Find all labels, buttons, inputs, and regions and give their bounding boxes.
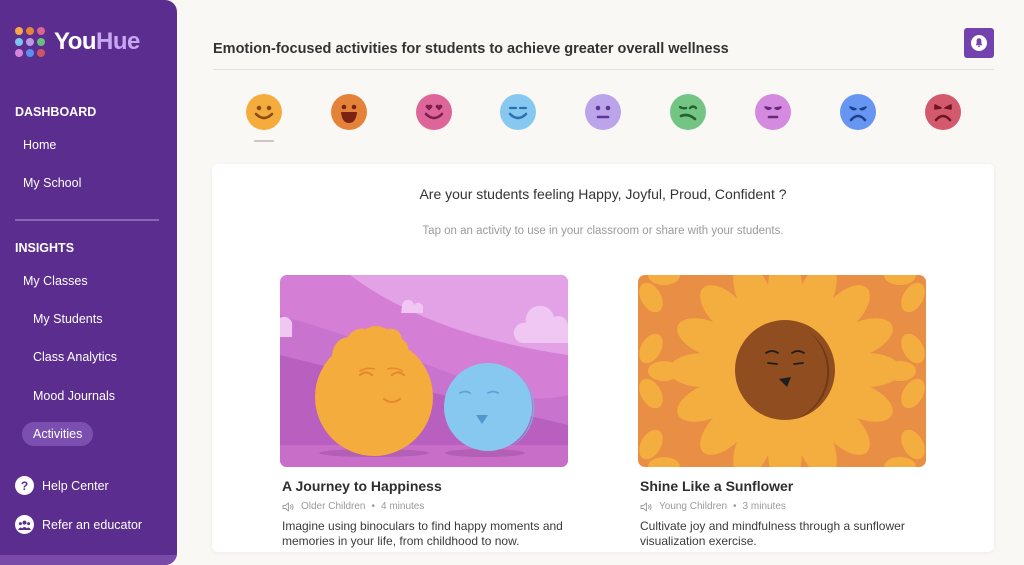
activity-audience: Young Children (659, 501, 728, 512)
brand-name: YouHue (54, 28, 140, 55)
speaker-icon (282, 502, 294, 511)
emotion-happy-button[interactable] (246, 94, 282, 130)
sidebar-footer-strip (0, 555, 177, 565)
help-center-link[interactable]: ? Help Center (15, 476, 109, 495)
background-flower-petal (884, 361, 916, 381)
sidebar-item-activities[interactable]: Activities (22, 422, 94, 446)
activity-meta: Older Children • 4 minutes (280, 501, 570, 512)
instructions-text: Tap on an activity to use in your classr… (422, 225, 784, 237)
calm-face-icon (500, 94, 536, 130)
sunflower-illustration-icon (638, 275, 926, 467)
activity-thumbnail-sunflower (638, 275, 926, 467)
speaker-icon (640, 502, 652, 511)
meta-separator: • (733, 501, 737, 512)
emotion-tired-button[interactable] (755, 94, 791, 130)
activities-panel: Are your students feeling Happy, Joyful,… (212, 164, 994, 552)
logo-dot (37, 27, 45, 35)
sidebar-item-mood-journals[interactable]: Mood Journals (33, 389, 115, 403)
emotion-uneasy-button[interactable] (670, 94, 706, 130)
emotion-question: Are your students feeling Happy, Joyful,… (419, 186, 787, 202)
uneasy-face-icon (670, 94, 706, 130)
refer-educator-label: Refer an educator (42, 517, 143, 532)
emotion-angry-button[interactable] (925, 94, 961, 130)
selected-emotion-indicator (254, 140, 274, 142)
logo-dot (26, 49, 34, 57)
logo-dot (15, 27, 23, 35)
sidebar-item-my-school[interactable]: My School (23, 176, 81, 190)
sidebar-item-my-classes[interactable]: My Classes (23, 274, 88, 288)
emotion-calm-button[interactable] (500, 94, 536, 130)
activity-card[interactable]: Shine Like a Sunflower Young Children • … (638, 275, 928, 549)
help-center-label: Help Center (42, 478, 109, 493)
page-title: Emotion-focused activities for students … (213, 41, 729, 57)
activity-title: A Journey to Happiness (282, 478, 442, 494)
logo-mark-icon (15, 27, 45, 57)
neutral-face-icon (585, 94, 621, 130)
sad-face-icon (840, 94, 876, 130)
angry-face-icon (925, 94, 961, 130)
sidebar-item-class-analytics[interactable]: Class Analytics (33, 350, 117, 364)
emotion-neutral-button[interactable] (585, 94, 621, 130)
header-divider (213, 69, 994, 70)
sidebar: YouHue DASHBOARD Home My School INSIGHTS… (0, 0, 177, 565)
activity-thumbnail-journey (280, 275, 568, 467)
sidebar-divider (15, 219, 159, 221)
activity-audience: Older Children (301, 501, 366, 512)
refer-educator-link[interactable]: Refer an educator (15, 515, 142, 534)
section-heading-dashboard: DASHBOARD (15, 105, 97, 119)
activity-card[interactable]: A Journey to Happiness Older Children • … (280, 275, 570, 549)
background-flower-petal (648, 361, 680, 381)
emotion-loving-button[interactable] (416, 94, 452, 130)
friends-illustration-icon (280, 275, 568, 467)
logo-dot (15, 38, 23, 46)
logo-dot (15, 49, 23, 57)
logo-dot (37, 38, 45, 46)
brand-logo[interactable]: YouHue (15, 27, 140, 57)
notification-button[interactable] (964, 28, 994, 58)
activity-duration: 4 minutes (381, 501, 425, 512)
help-icon: ? (15, 476, 34, 495)
activity-description: Imagine using binoculars to find happy m… (282, 519, 563, 548)
group-icon (15, 515, 34, 534)
logo-dot (26, 38, 34, 46)
logo-dot (26, 27, 34, 35)
bell-icon (971, 35, 987, 51)
activity-meta: Young Children • 3 minutes (638, 501, 928, 512)
emotion-joyful-button[interactable] (331, 94, 367, 130)
happy-face-icon (246, 94, 282, 130)
sidebar-item-home[interactable]: Home (23, 138, 56, 152)
meta-separator: • (371, 501, 375, 512)
activity-title: Shine Like a Sunflower (640, 478, 794, 494)
joyful-face-icon (331, 94, 367, 130)
sidebar-item-my-students[interactable]: My Students (33, 312, 102, 326)
activity-description: Cultivate joy and mindfulness through a … (640, 519, 905, 548)
tired-face-icon (755, 94, 791, 130)
section-heading-insights: INSIGHTS (15, 241, 75, 255)
activity-duration: 3 minutes (742, 501, 786, 512)
loving-face-icon (416, 94, 452, 130)
logo-dot (37, 49, 45, 57)
emotion-sad-button[interactable] (840, 94, 876, 130)
